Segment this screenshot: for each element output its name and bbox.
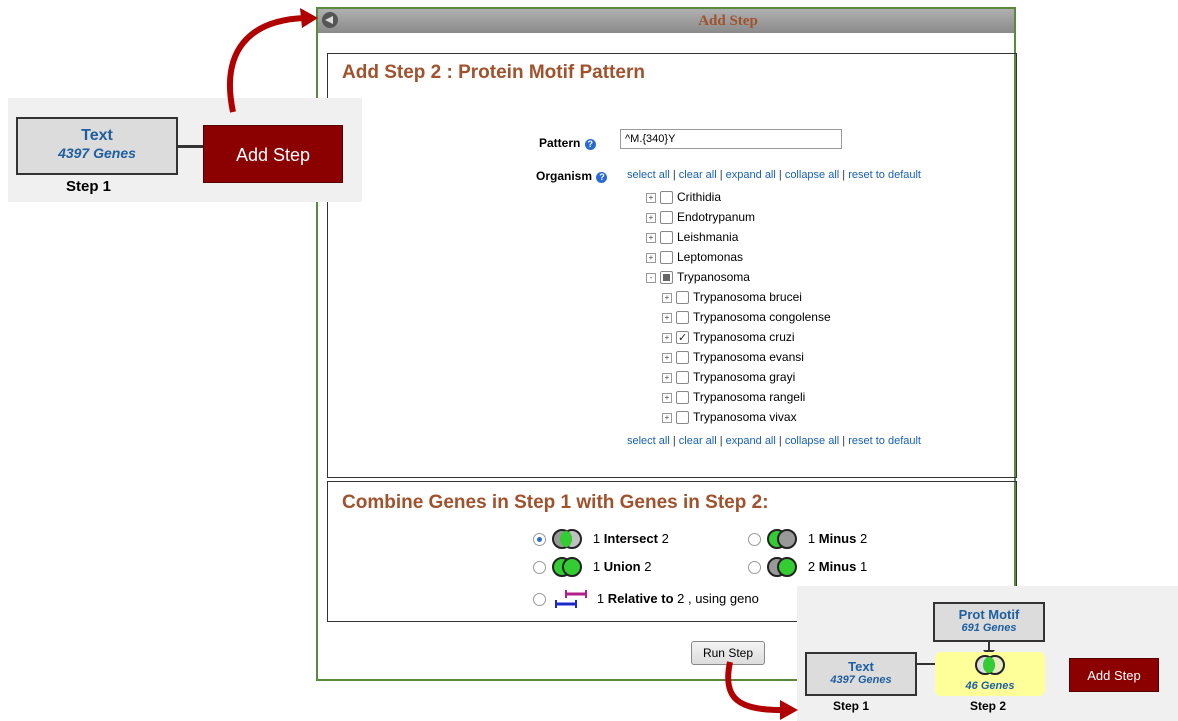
arrow-to-result — [725, 661, 783, 713]
arrow-head-icon — [300, 8, 318, 28]
arrow-to-dialog — [226, 15, 306, 113]
arrow-head-icon — [780, 700, 798, 720]
annotation-arrows — [226, 8, 798, 720]
